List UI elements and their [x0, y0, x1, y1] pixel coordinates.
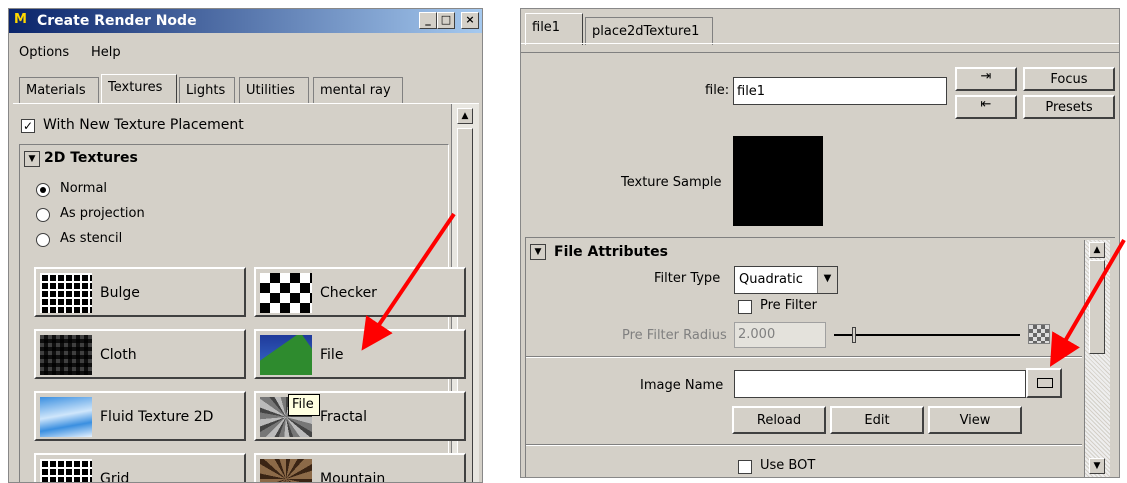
tab-lights[interactable]: Lights: [179, 77, 235, 103]
tab-materials[interactable]: Materials: [19, 77, 99, 103]
focus-button[interactable]: Focus: [1023, 67, 1115, 91]
tab-utilities[interactable]: Utilities: [239, 77, 309, 103]
radio-normal[interactable]: [36, 183, 50, 197]
with-new-texture-placement-checkbox[interactable]: ✓: [21, 119, 35, 133]
use-bot-checkbox[interactable]: [738, 460, 752, 474]
file-thumbnail: [260, 335, 312, 375]
radio-as-projection-label: As projection: [60, 206, 145, 221]
tab-mental-ray[interactable]: mental ray: [313, 77, 403, 103]
file-label: File: [320, 347, 344, 363]
radio-normal-label: Normal: [60, 181, 108, 196]
2d-textures-panel: ▼ 2D Textures Normal As projection As st…: [19, 144, 466, 483]
fractal-label: Fractal: [320, 409, 368, 425]
with-new-texture-placement-label: With New Texture Placement: [43, 117, 244, 133]
input-connection-button[interactable]: ⇥: [955, 67, 1017, 91]
checker-label: Checker: [320, 285, 377, 301]
divider: [526, 444, 1082, 446]
fluid-texture-2d-label: Fluid Texture 2D: [100, 409, 214, 425]
tab-textures[interactable]: Textures: [101, 74, 177, 103]
menu-help[interactable]: Help: [91, 45, 121, 60]
maximize-icon[interactable]: □: [437, 12, 455, 29]
folder-icon: [1037, 378, 1053, 388]
file-name-field[interactable]: file1: [733, 77, 947, 105]
file-name-label: file:: [705, 83, 730, 98]
pre-filter-radius-label: Pre Filter Radius: [622, 328, 727, 343]
file-name-value: file1: [737, 84, 766, 99]
section-title: 2D Textures: [44, 150, 138, 166]
grid-node-button[interactable]: Grid: [34, 453, 246, 483]
image-name-label: Image Name: [640, 378, 724, 393]
use-bot-label: Use BOT: [760, 458, 816, 473]
bulge-thumbnail: [40, 273, 92, 313]
file-attributes-frame: ▼ File Attributes Filter Type Quadratic …: [525, 237, 1115, 477]
file-attributes-title: File Attributes: [554, 244, 668, 260]
mountain-label: Mountain: [320, 471, 386, 483]
scroll-up-icon[interactable]: ▲: [1089, 242, 1105, 258]
menu-bar: Options Help: [9, 39, 482, 61]
filter-type-label: Filter Type: [654, 271, 721, 286]
attribute-editor-window: file1 place2dTexture1 file: file1 ⇥ ⇤ Fo…: [520, 8, 1120, 478]
pre-filter-radius-slider-track[interactable]: [834, 334, 1020, 336]
view-button[interactable]: View: [928, 406, 1022, 434]
title-bar: M Create Render Node _ □ ×: [9, 9, 482, 33]
fluid-texture-2d-node-button[interactable]: Fluid Texture 2D: [34, 391, 246, 441]
file-tooltip: File: [288, 394, 320, 416]
window-title: Create Render Node: [37, 13, 197, 29]
divider: [526, 356, 1082, 358]
menu-options[interactable]: Options: [19, 45, 69, 60]
texture-sample-label: Texture Sample: [621, 175, 722, 190]
grid-label: Grid: [100, 471, 130, 483]
pre-filter-radius-slider-handle[interactable]: [852, 327, 856, 343]
chevron-down-icon: ▼: [817, 267, 837, 293]
maya-logo-icon: M: [14, 12, 27, 27]
checker-thumbnail: [260, 273, 312, 313]
bulge-label: Bulge: [100, 285, 140, 301]
file-tooltip-text: File: [292, 397, 314, 412]
reload-button[interactable]: Reload: [732, 406, 826, 434]
mountain-thumbnail: [260, 459, 312, 482]
browse-folder-button[interactable]: [1026, 368, 1062, 398]
tab-file1[interactable]: file1: [525, 13, 583, 45]
presets-button[interactable]: Presets: [1023, 95, 1115, 119]
attributes-scrollbar[interactable]: ▲ ▼: [1084, 240, 1110, 477]
fluid-texture-2d-thumbnail: [40, 397, 92, 437]
image-name-field[interactable]: [734, 370, 1026, 398]
collapse-arrow-icon[interactable]: ▼: [530, 244, 546, 260]
filter-type-dropdown[interactable]: Quadratic ▼: [734, 266, 838, 294]
texture-sample-swatch[interactable]: [733, 136, 823, 226]
mountain-node-button[interactable]: Mountain: [254, 453, 466, 483]
cloth-node-button[interactable]: Cloth: [34, 329, 246, 379]
output-connection-button[interactable]: ⇤: [955, 95, 1017, 119]
cloth-label: Cloth: [100, 347, 137, 363]
map-button-icon[interactable]: [1028, 324, 1050, 344]
tab-place2dtexture1[interactable]: place2dTexture1: [585, 17, 713, 45]
scroll-thumb[interactable]: [1089, 260, 1105, 354]
pre-filter-checkbox[interactable]: [738, 300, 752, 314]
radio-as-stencil-label: As stencil: [60, 231, 123, 246]
filter-type-value: Quadratic: [739, 272, 803, 287]
pre-filter-radius-value: 2.000: [738, 327, 776, 342]
scroll-up-icon[interactable]: ▲: [457, 108, 473, 124]
edit-button[interactable]: Edit: [830, 406, 924, 434]
radio-as-stencil[interactable]: [36, 233, 50, 247]
pre-filter-label: Pre Filter: [760, 298, 817, 313]
grid-thumbnail: [40, 459, 92, 482]
checker-node-button[interactable]: Checker: [254, 267, 466, 317]
pre-filter-radius-field[interactable]: 2.000: [734, 322, 826, 348]
textures-content: ✓ With New Texture Placement ▲ ▼ 2D Text…: [13, 103, 479, 483]
fractal-node-button[interactable]: Fractal: [254, 391, 466, 441]
create-render-node-window: M Create Render Node _ □ × Options Help …: [8, 8, 483, 483]
close-icon[interactable]: ×: [461, 12, 479, 29]
cloth-thumbnail: [40, 335, 92, 375]
tab-strip-line: [521, 43, 1119, 53]
scroll-down-icon[interactable]: ▼: [1089, 458, 1105, 474]
radio-as-projection[interactable]: [36, 208, 50, 222]
file-node-button[interactable]: File: [254, 329, 466, 379]
output-connection-icon: ⇤: [980, 97, 992, 112]
bulge-node-button[interactable]: Bulge: [34, 267, 246, 317]
collapse-arrow-icon[interactable]: ▼: [24, 151, 40, 167]
minimize-icon[interactable]: _: [419, 12, 437, 29]
input-connection-icon: ⇥: [980, 69, 992, 84]
